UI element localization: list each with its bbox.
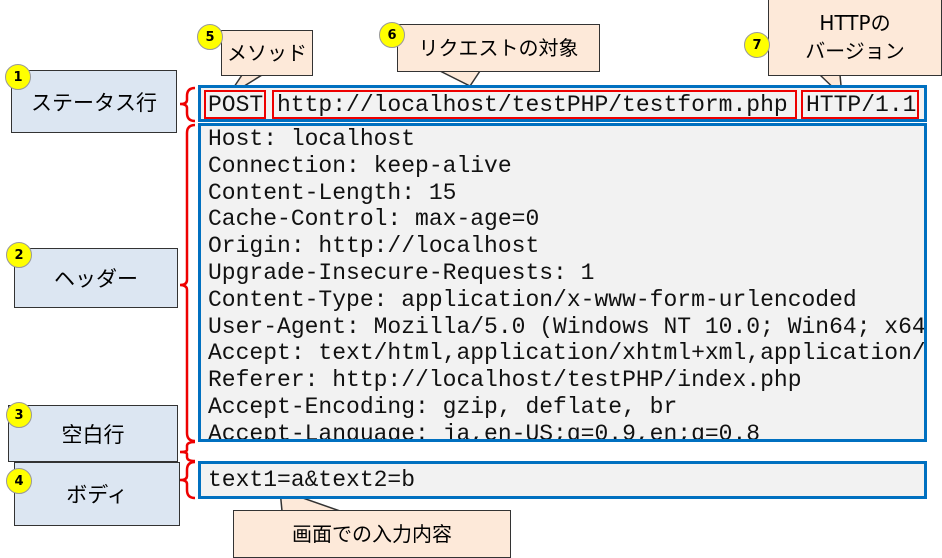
target-callout-tail (439, 70, 481, 87)
brace-headers (179, 123, 196, 443)
brace-status (179, 86, 196, 123)
header-line: Content-Type: application/x-www-form-url… (208, 286, 857, 313)
callout-text: リクエストの対象 (418, 36, 579, 60)
number-badge: 6 (379, 22, 405, 48)
method-box: POST (204, 90, 266, 119)
header-line: Accept: text/html,application/xhtml+xml,… (208, 340, 926, 367)
header-line: Referer: http://localhost/testPHP/index.… (208, 367, 802, 394)
header-line: Cache-Control: max-age=0 (208, 206, 540, 233)
body-box: text1=a&text2=b (198, 461, 927, 499)
number-badge: 1 (5, 64, 31, 90)
label-text: 空白行 (61, 422, 125, 447)
label-text: ステータス行 (31, 90, 157, 115)
callout-text: 画面での入力内容 (292, 522, 452, 546)
label-headers: ヘッダー (14, 248, 178, 308)
label-text: ボディ (66, 483, 128, 507)
brace-blank (179, 440, 196, 463)
header-line: Accept-Language: ja,en-US;q=0.9,en;q=0.8 (208, 420, 761, 442)
number-badge: 4 (6, 468, 32, 494)
version-callout: HTTPのバージョン (768, 0, 942, 76)
header-line: User-Agent: Mozilla/5.0 (Windows NT 10.0… (208, 313, 926, 340)
brace-body (179, 460, 196, 500)
number-badge: 7 (744, 32, 770, 58)
number-badge: 2 (6, 242, 32, 268)
header-line: Connection: keep-alive (208, 152, 512, 179)
input-callout: 画面での入力内容 (233, 510, 511, 558)
label-status-line: ステータス行 (11, 70, 177, 133)
header-line: Content-Length: 15 (208, 179, 457, 206)
number-badge: 5 (197, 24, 223, 50)
header-line: Upgrade-Insecure-Requests: 1 (208, 259, 595, 286)
url-box: http://localhost/testPHP/testform.php (272, 90, 797, 119)
header-line: Accept-Encoding: gzip, deflate, br (208, 393, 678, 420)
header-line: Origin: http://localhost (208, 233, 540, 260)
target-callout: リクエストの対象 (397, 24, 600, 72)
callout-text: バージョン (805, 39, 905, 63)
callout-text: メソッド (227, 41, 307, 65)
header-line: Host: localhost (208, 126, 416, 152)
version-box: HTTP/1.1 (801, 90, 919, 119)
label-blank-line: 空白行 (8, 405, 178, 462)
callout-text: HTTPの (819, 11, 891, 35)
label-body: ボディ (14, 462, 180, 526)
number-badge: 3 (6, 402, 32, 428)
label-text: ヘッダー (54, 267, 138, 291)
method-callout: メソッド (221, 30, 313, 76)
headers-box: Host: localhost Connection: keep-alive C… (198, 123, 927, 442)
